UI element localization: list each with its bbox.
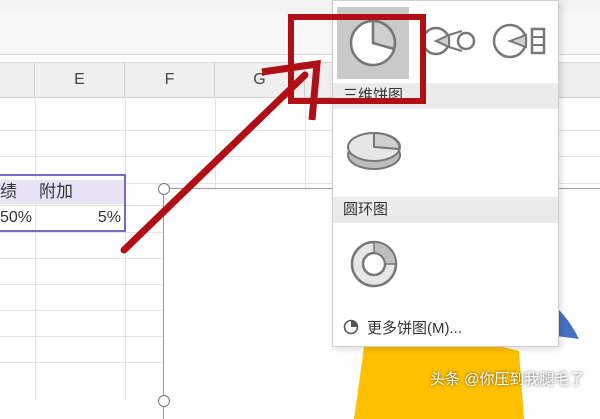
watermark-text: 头条 @你压到我腿毛了	[430, 371, 585, 388]
pie-thumb-pie-of-pie[interactable]	[419, 11, 477, 71]
column-header-e[interactable]: E	[35, 63, 125, 97]
column-line	[35, 96, 36, 400]
pie-thumb-3d[interactable]	[339, 117, 409, 183]
doughnut-thumb[interactable]	[339, 229, 409, 299]
pie-thumb-bar-of-pie[interactable]	[485, 11, 553, 71]
bar-of-pie-icon	[492, 23, 546, 59]
pie-of-pie-icon	[421, 26, 476, 56]
chart-resize-handle[interactable]	[158, 183, 170, 195]
chart-resize-handle[interactable]	[158, 395, 170, 407]
pie-small-icon	[343, 319, 359, 335]
annotation-highlight-box	[288, 14, 426, 104]
selection-range	[0, 174, 126, 232]
doughnut-icon	[350, 240, 398, 288]
section-header-doughnut: 圆环图	[333, 197, 558, 223]
column-header-d[interactable]	[0, 63, 35, 97]
more-pie-charts-menu-item[interactable]: 更多饼图(M)...	[333, 313, 558, 341]
more-pie-charts-label: 更多饼图(M)...	[367, 319, 462, 337]
column-header-f[interactable]: F	[125, 63, 215, 97]
3d-pie-icon	[347, 131, 401, 170]
column-line	[125, 96, 126, 400]
